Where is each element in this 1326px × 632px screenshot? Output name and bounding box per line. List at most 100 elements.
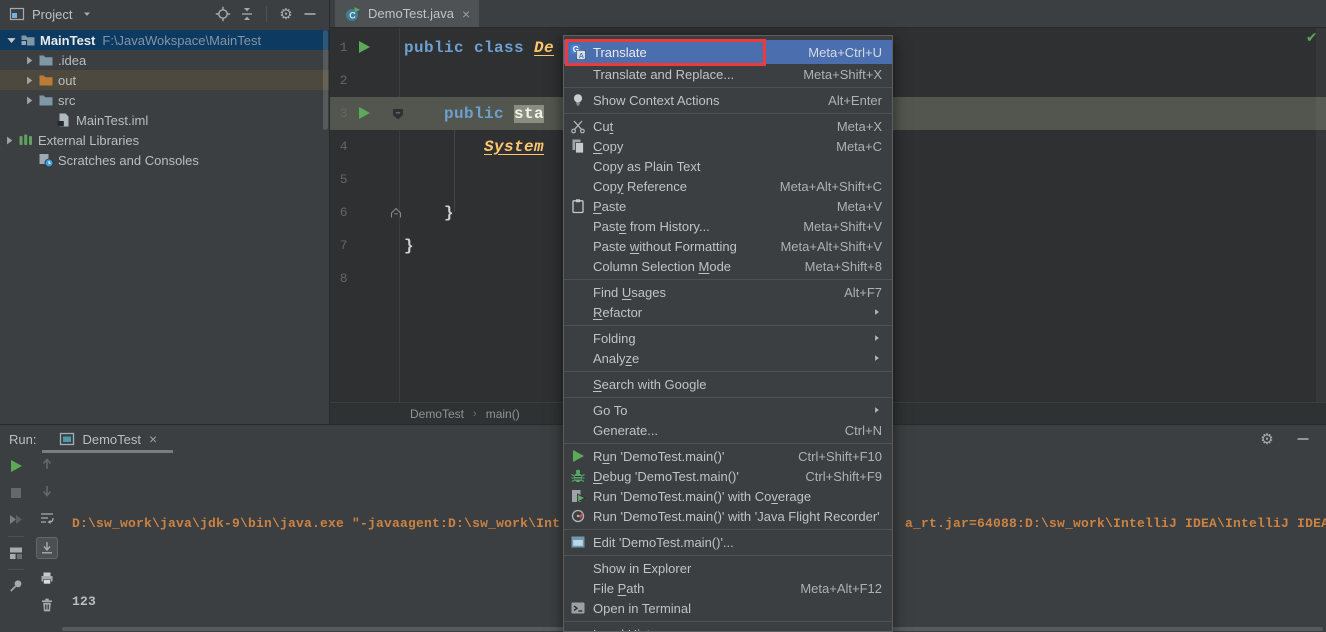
rerun-button[interactable] [8,458,24,474]
menu-item-shortcut: Meta+X [837,119,882,134]
collapse-all-icon[interactable] [238,5,256,23]
tree-right-arrow-icon[interactable] [22,53,36,67]
line-number: 8 [330,271,352,286]
tab-demotest-java[interactable]: C DemoTest.java × [335,0,479,27]
menu-item-refactor[interactable]: Refactor [564,302,892,322]
tree-down-arrow-icon[interactable] [4,33,18,47]
menu-item-edit-demotest-main[interactable]: Edit 'DemoTest.main()'... [564,532,892,552]
menu-item-label: Copy as Plain Text [593,159,700,174]
project-scrollbar-thumb[interactable] [323,30,328,130]
menu-item-translate-and-replace[interactable]: Translate and Replace...Meta+Shift+X [564,64,892,84]
menu-item-shortcut: Ctrl+N [845,423,882,438]
menu-item-label: Folding [593,331,636,346]
menu-item-paste[interactable]: PasteMeta+V [564,196,892,216]
breadcrumb-class[interactable]: DemoTest [410,407,464,421]
layout-button[interactable] [8,545,24,561]
code-text: } [404,237,414,255]
submenu-arrow-icon [872,332,882,344]
menu-item-label: Generate... [593,423,658,438]
gear-icon[interactable]: ⚙ [1258,430,1276,448]
pin-button[interactable] [8,578,24,594]
scroll-end-button[interactable] [36,537,58,559]
run-gutter-icon[interactable] [356,105,372,126]
tree-item-maintest-iml[interactable]: MainTest.iml [0,110,329,130]
locate-icon[interactable] [214,5,232,23]
chevron-down-icon[interactable] [78,5,96,23]
tree-item--idea[interactable]: .idea [0,50,329,70]
menu-item-show-in-explorer[interactable]: Show in Explorer [564,558,892,578]
menu-item-analyze[interactable]: Analyze [564,348,892,368]
menu-item-generate[interactable]: Generate... Ctrl+N [564,420,892,440]
down-button[interactable] [39,483,55,499]
editor-scrollbar[interactable] [1316,28,1326,402]
menu-item-column-selection-mode[interactable]: Column Selection ModeMeta+Shift+8 [564,256,892,276]
menu-item-label: Find Usages [593,285,666,300]
up-button[interactable] [39,456,55,472]
tree-item-out[interactable]: out [0,70,329,90]
run-label: Run: [9,432,36,447]
no-icon [570,580,586,596]
print-button[interactable] [39,570,55,586]
menu-item-label: Column Selection Mode [593,259,731,274]
menu-item-copy[interactable]: CopyMeta+C [564,136,892,156]
gear-icon[interactable]: ⚙ [277,5,295,23]
terminal-icon [570,600,586,616]
menu-item-run-demotest-main[interactable]: Run 'DemoTest.main()'Ctrl+Shift+F10 [564,446,892,466]
no-icon [570,66,586,82]
menu-item-search-with-google[interactable]: Search with Google [564,374,892,394]
tree-right-arrow-icon[interactable] [22,93,36,107]
menu-item-folding[interactable]: Folding [564,328,892,348]
breadcrumb-method[interactable]: main() [486,407,520,421]
tree-right-arrow-icon[interactable] [22,73,36,87]
menu-item-local-history[interactable]: Local History [564,624,892,632]
close-icon[interactable]: × [149,431,157,447]
menu-item-open-in-terminal[interactable]: Open in Terminal [564,598,892,618]
menu-item-shortcut: Alt+Enter [828,93,882,108]
minimize-icon[interactable] [301,5,319,23]
rerun-failed-button[interactable] [8,512,24,528]
code-segment: } [404,204,454,222]
menu-item-paste-without-formatting[interactable]: Paste without FormattingMeta+Alt+Shift+V [564,236,892,256]
menu-item-run-demotest-main-with-coverage[interactable]: Run 'DemoTest.main()' with Coverage [564,486,892,506]
menu-item-label: Copy Reference [593,179,687,194]
menu-item-label: Debug 'DemoTest.main()' [593,469,739,484]
menu-item-shortcut: Alt+F7 [844,285,882,300]
run-tab-demotest[interactable]: DemoTest × [50,425,165,453]
menu-item-label: Go To [593,403,627,418]
menu-item-go-to[interactable]: Go To [564,400,892,420]
menu-item-run-demotest-main-with-java-flight-recorder[interactable]: Run 'DemoTest.main()' with 'Java Flight … [564,506,892,526]
no-icon [570,422,586,438]
menu-item-find-usages[interactable]: Find Usages Alt+F7 [564,282,892,302]
tree-item-label: src [58,93,75,108]
menu-item-copy-reference[interactable]: Copy ReferenceMeta+Alt+Shift+C [564,176,892,196]
menu-item-translate[interactable]: GATranslateMeta+Ctrl+U [564,40,892,64]
tree-item-label: MainTest [40,33,95,48]
menu-item-show-context-actions[interactable]: Show Context ActionsAlt+Enter [564,90,892,110]
softwrap-button[interactable] [39,510,55,526]
menu-item-shortcut: Meta+Ctrl+U [808,45,882,60]
close-icon[interactable]: × [462,6,470,22]
run-gutter-icon[interactable] [356,39,372,60]
trash-button[interactable] [39,597,55,613]
tree-item-maintest[interactable]: MainTestF:\JavaWokspace\MainTest [0,30,329,50]
tree-item-src[interactable]: src [0,90,329,110]
menu-item-file-path[interactable]: File PathMeta+Alt+F12 [564,578,892,598]
menu-item-cut[interactable]: Cut Meta+X [564,116,892,136]
menu-item-shortcut: Meta+Alt+F12 [800,581,882,596]
menu-separator [564,113,892,114]
menu-item-label: Cut [593,119,613,134]
tree-item-scratches-and-consoles[interactable]: Scratches and Consoles [0,150,329,170]
line-number: 5 [330,172,352,187]
minimize-icon[interactable] [1294,430,1312,448]
menu-item-copy-as-plain-text[interactable]: Copy as Plain Text [564,156,892,176]
tree-item-external-libraries[interactable]: External Libraries [0,130,329,150]
stop-button[interactable] [8,485,24,501]
no-icon [570,350,586,366]
no-arrow [22,153,36,167]
tree-right-arrow-icon[interactable] [2,133,16,147]
gutter-marker-icon[interactable] [390,106,406,127]
menu-item-debug-demotest-main[interactable]: Debug 'DemoTest.main()'Ctrl+Shift+F9 [564,466,892,486]
fold-marker-icon[interactable] [388,204,404,225]
menu-item-paste-from-history[interactable]: Paste from History...Meta+Shift+V [564,216,892,236]
project-panel-title[interactable]: Project [32,7,72,22]
